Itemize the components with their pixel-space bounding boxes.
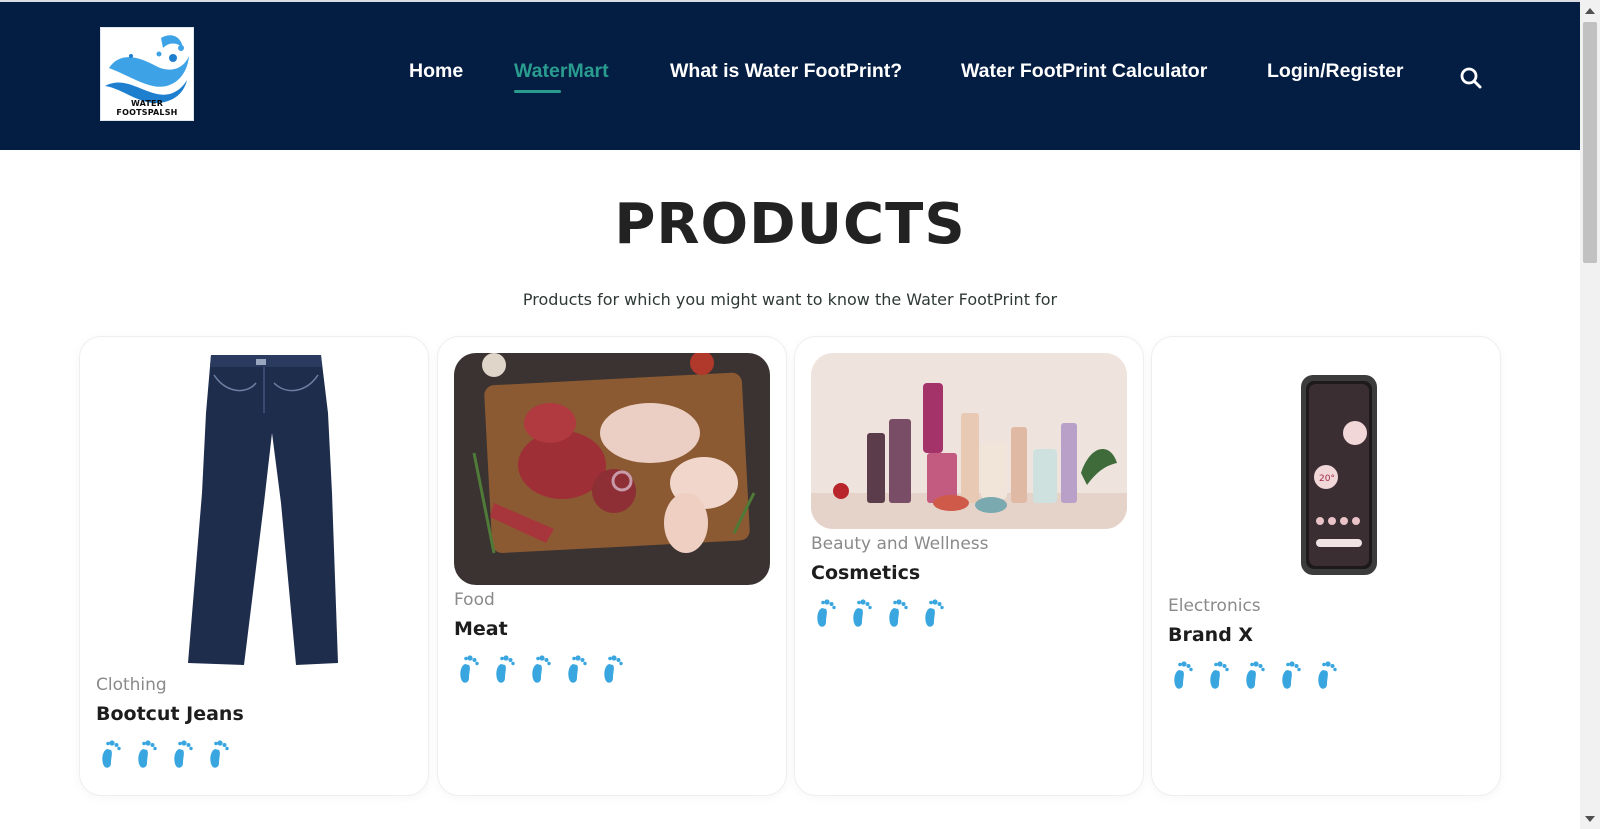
- footprint-icon: [210, 740, 229, 768]
- logo-text: WATER FOOTSPALSH: [116, 99, 178, 117]
- footprint-icon: [532, 655, 551, 683]
- site-header: WATER FOOTSPALSH Home WaterMart What is …: [0, 2, 1580, 150]
- water-splash-logo-icon: [105, 35, 189, 104]
- footprint-icon: [1174, 661, 1193, 689]
- nav-watermart[interactable]: WaterMart: [514, 60, 609, 83]
- footprint-rating: [813, 598, 945, 628]
- page-scrollbar[interactable]: [1580, 0, 1600, 829]
- scroll-thumb[interactable]: [1583, 22, 1597, 263]
- footprint-rating: [98, 739, 230, 769]
- product-card-brand-x[interactable]: 20° Electronics Brand X: [1151, 336, 1501, 796]
- active-nav-underline: [514, 90, 561, 93]
- footprint-icon: [1210, 661, 1229, 689]
- product-category: Food: [454, 590, 495, 610]
- footprint-icon: [1318, 661, 1337, 689]
- footprint-icon: [853, 599, 872, 627]
- footprint-icon: [496, 655, 515, 683]
- footprint-icon: [568, 655, 587, 683]
- footprint-icon: [460, 655, 479, 683]
- footprint-icon: [604, 655, 623, 683]
- phone-image: 20°: [1168, 353, 1484, 591]
- product-name: Brand X: [1168, 624, 1254, 646]
- nav-login-register[interactable]: Login/Register: [1267, 60, 1404, 83]
- page-subtitle: Products for which you might want to kno…: [522, 290, 1058, 309]
- product-card-bootcut-jeans[interactable]: Clothing Bootcut Jeans: [79, 336, 429, 796]
- product-name: Cosmetics: [811, 562, 921, 584]
- footprint-icon: [138, 740, 157, 768]
- footprint-icon: [1282, 661, 1301, 689]
- product-category: Electronics: [1168, 596, 1261, 616]
- footprint-rating: [456, 654, 624, 684]
- search-icon[interactable]: [1459, 66, 1483, 90]
- product-card-meat[interactable]: Food Meat: [437, 336, 787, 796]
- nav-what-is-water-footprint[interactable]: What is Water FootPrint?: [670, 60, 902, 83]
- svg-text:20°: 20°: [1319, 474, 1335, 484]
- jeans-image: [96, 353, 412, 670]
- nav-home[interactable]: Home: [409, 60, 463, 83]
- nav-water-footprint-calculator[interactable]: Water FootPrint Calculator: [961, 60, 1207, 83]
- meat-image: [454, 353, 770, 585]
- footprint-icon: [1246, 661, 1265, 689]
- scroll-up-arrow-icon[interactable]: [1585, 8, 1595, 14]
- footprint-icon: [102, 740, 121, 768]
- page-title: PRODUCTS: [614, 192, 966, 257]
- product-card-cosmetics[interactable]: Beauty and Wellness Cosmetics: [794, 336, 1144, 796]
- product-category: Beauty and Wellness: [811, 534, 989, 554]
- product-category: Clothing: [96, 675, 167, 695]
- site-logo[interactable]: WATER FOOTSPALSH: [100, 27, 194, 121]
- footprint-icon: [817, 599, 836, 627]
- product-name: Meat: [454, 618, 508, 640]
- footprint-icon: [174, 740, 193, 768]
- product-name: Bootcut Jeans: [96, 703, 244, 725]
- cosmetics-image: [811, 353, 1127, 529]
- footprint-rating: [1170, 660, 1338, 690]
- footprint-icon: [889, 599, 908, 627]
- footprint-icon: [925, 599, 944, 627]
- scroll-down-arrow-icon[interactable]: [1585, 816, 1595, 822]
